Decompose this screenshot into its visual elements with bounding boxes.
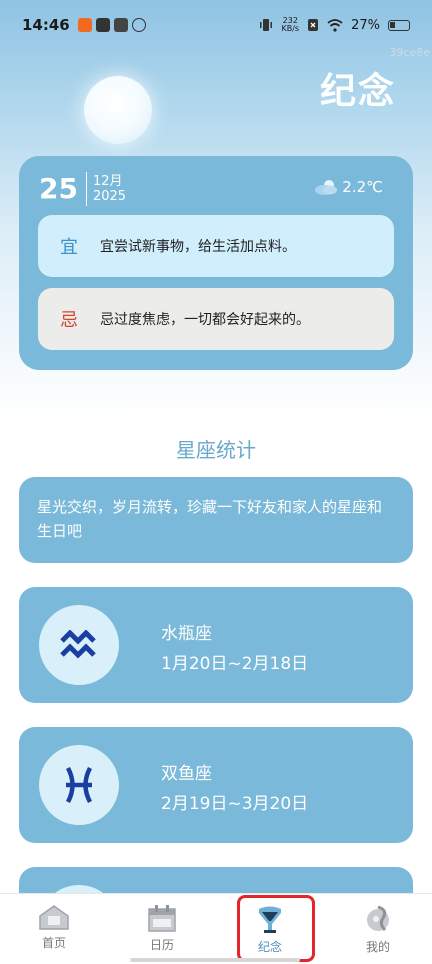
page-title: 纪念 <box>319 71 396 112</box>
intro-card: 星光交织，岁月流转，珍藏一下好友和家人的星座和生日吧 <box>19 477 413 563</box>
nav-calendar[interactable]: 日历 <box>108 894 216 964</box>
zodiac-date-range: 2月19日~3月20日 <box>161 794 309 814</box>
zodiac-date-range: 1月20日~2月18日 <box>161 654 309 674</box>
weather: 2.2℃ <box>314 178 383 196</box>
date-year: 2025 <box>92 189 127 204</box>
nav-calendar-label: 日历 <box>149 938 174 952</box>
box-app-icon <box>113 18 128 32</box>
nav-home[interactable]: 首页 <box>0 894 108 964</box>
network-speed: 232 KB/s <box>281 16 300 33</box>
zodiac-card-pisces[interactable]: 双鱼座 2月19日~3月20日 <box>19 727 413 843</box>
nav-memorial[interactable]: 纪念 <box>216 894 324 964</box>
zodiac-card-aquarius[interactable]: 水瓶座 1月20日~2月18日 <box>19 587 413 703</box>
month-year: 12月 2025 <box>87 174 126 204</box>
yi-label: 宜 <box>60 237 78 258</box>
status-bar: 14:46 232 KB/s 27% <box>0 0 432 50</box>
ji-text: 忌过度焦虑，一切都会好起来的。 <box>100 312 310 328</box>
home-indicator[interactable] <box>130 958 300 962</box>
leaf-app-icon <box>131 18 146 32</box>
aquarius-icon <box>39 605 119 685</box>
weather-temp: 2.2℃ <box>342 178 383 196</box>
date-month: 12月 <box>92 174 123 189</box>
nav-profile[interactable]: 我的 <box>324 894 432 964</box>
ji-box: 忌 忌过度焦虑，一切都会好起来的。 <box>38 288 394 350</box>
zodiac-name: 双鱼座 <box>161 764 212 784</box>
date-day: 25 <box>39 172 87 206</box>
status-right: 232 KB/s 27% <box>259 17 410 33</box>
home-icon <box>39 905 69 930</box>
watermark: 39ce8e <box>389 46 430 59</box>
date-row: 25 12月 2025 <box>39 172 126 206</box>
profile-icon <box>367 905 389 932</box>
cloudy-weather-icon <box>315 180 338 195</box>
date-card: 25 12月 2025 2.2℃ 宜 宜尝试新事物，给生活加点料。 忌 忌过度焦… <box>19 156 413 370</box>
battery-percent: 27% <box>351 17 380 33</box>
yi-text: 宜尝试新事物，给生活加点料。 <box>100 239 296 255</box>
section-title: 星座统计 <box>176 438 256 462</box>
nav-home-label: 首页 <box>41 936 66 950</box>
sun-decoration <box>84 76 152 144</box>
battery-icon <box>388 19 410 31</box>
yi-box: 宜 宜尝试新事物，给生活加点料。 <box>38 215 394 277</box>
video-app-icon <box>95 18 110 32</box>
notification-icons <box>77 18 146 32</box>
wifi-icon <box>327 18 343 32</box>
pisces-icon <box>39 745 119 825</box>
vibrate-icon <box>260 19 273 31</box>
no-sim-icon <box>308 19 319 31</box>
nav-profile-label: 我的 <box>365 940 390 954</box>
zodiac-name: 水瓶座 <box>161 624 212 644</box>
nav-memorial-label: 纪念 <box>257 940 282 954</box>
calendar-icon <box>148 905 176 932</box>
bottom-nav: 首页 日历 纪念 我的 <box>0 893 432 964</box>
status-time: 14:46 <box>22 16 70 34</box>
app-notification-icon <box>77 18 92 32</box>
memorial-icon <box>259 906 281 933</box>
ji-label: 忌 <box>60 310 78 331</box>
